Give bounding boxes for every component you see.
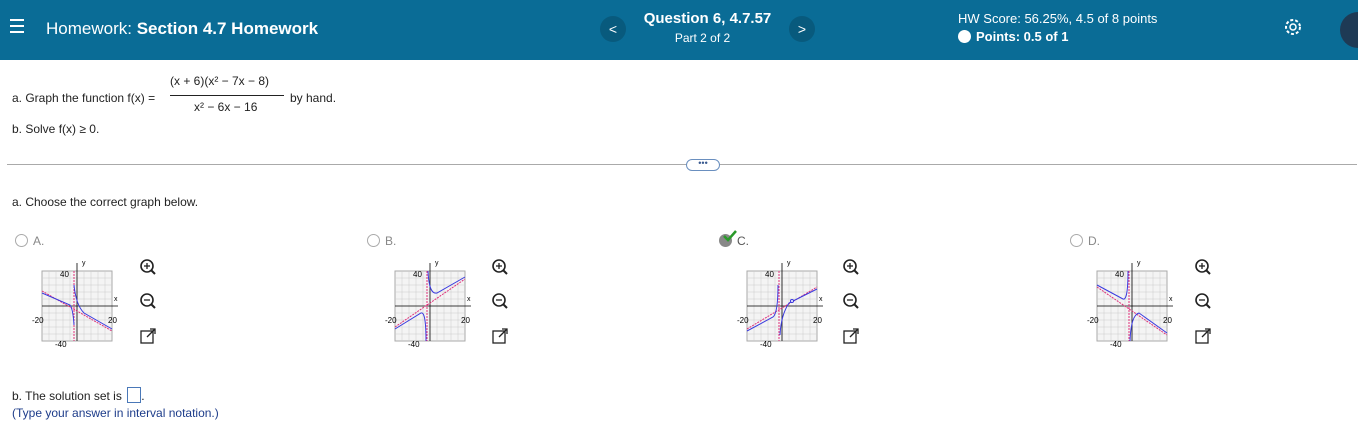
solution-prompt: b. The solution set is . xyxy=(12,387,145,403)
hw-score: HW Score: 56.25%, 4.5 of 8 points xyxy=(958,11,1158,26)
tick-label-ybot: -40 xyxy=(55,340,67,349)
graph-a: y x 40 -40 -20 20 xyxy=(32,260,118,349)
graph-c: y x 40 -40 -20 20 xyxy=(737,260,823,349)
zoom-in-icon[interactable] xyxy=(842,258,860,276)
tick-label-xleft: -20 xyxy=(737,316,749,325)
expand-more-button[interactable]: ••• xyxy=(686,159,720,171)
choice-d[interactable]: D. xyxy=(1070,234,1100,248)
tick-label-xright: 20 xyxy=(1163,316,1172,325)
tick-label-xleft: -20 xyxy=(385,316,397,325)
tick-label-ytop: 40 xyxy=(60,270,69,279)
answer-input[interactable] xyxy=(127,387,142,403)
tick-label-ytop: 40 xyxy=(1115,270,1124,279)
axis-label-y: y xyxy=(787,260,791,267)
answer-hint: (Type your answer in interval notation.) xyxy=(12,406,219,420)
question-part: Part 2 of 2 xyxy=(674,31,731,45)
choice-a[interactable]: A. xyxy=(15,234,44,248)
radio-d[interactable] xyxy=(1070,234,1083,247)
tick-label-xright: 20 xyxy=(108,316,117,325)
tick-label-xleft: -20 xyxy=(1087,316,1099,325)
axis-label-y: y xyxy=(1137,260,1141,267)
open-new-window-icon[interactable] xyxy=(491,327,509,345)
settings-gear-icon[interactable] xyxy=(1283,17,1303,37)
section-divider xyxy=(7,164,1357,165)
axis-label-x: x xyxy=(1169,296,1173,303)
axis-label-x: x xyxy=(467,296,471,303)
part-a-suffix: by hand. xyxy=(290,91,337,105)
axis-label-y: y xyxy=(435,260,439,267)
zoom-in-icon[interactable] xyxy=(491,258,509,276)
top-bar: Homework: Section 4.7 Homework < Questio… xyxy=(0,0,1358,60)
graph-b: y x 40 -40 -20 20 xyxy=(385,260,471,349)
axis-label-y: y xyxy=(82,260,86,267)
tick-label-ytop: 40 xyxy=(413,270,422,279)
choice-b[interactable]: B. xyxy=(367,234,396,248)
axis-label-x: x xyxy=(819,296,823,303)
partial-credit-icon xyxy=(958,30,971,43)
next-question-button[interactable]: > xyxy=(789,16,815,42)
choice-c[interactable]: C. xyxy=(719,230,749,248)
choose-graph-prompt: a. Choose the correct graph below. xyxy=(12,195,199,209)
menu-icon[interactable] xyxy=(10,19,24,35)
assignment-title: Homework: Section 4.7 Homework xyxy=(46,19,319,38)
help-button[interactable] xyxy=(1340,12,1358,48)
correct-check-icon xyxy=(723,230,737,242)
denominator: x² − 6x − 16 xyxy=(194,100,258,114)
axis-label-x: x xyxy=(114,296,118,303)
zoom-in-icon[interactable] xyxy=(139,258,157,276)
numerator: (x + 6)(x² − 7x − 8) xyxy=(170,74,270,88)
tick-label-ytop: 40 xyxy=(765,270,774,279)
zoom-out-icon[interactable] xyxy=(842,292,860,310)
question-title: Question 6, 4.7.57 xyxy=(643,10,772,27)
zoom-in-icon[interactable] xyxy=(1194,258,1212,276)
part-b-prompt: b. Solve f(x) ≥ 0. xyxy=(12,122,100,136)
fraction-bar xyxy=(170,95,284,96)
tick-label-xright: 20 xyxy=(813,316,822,325)
tick-label-ybot: -40 xyxy=(1110,340,1122,349)
points-display: Points: 0.5 of 1 xyxy=(958,29,1068,44)
radio-a[interactable] xyxy=(15,234,28,247)
open-new-window-icon[interactable] xyxy=(1194,327,1212,345)
radio-b[interactable] xyxy=(367,234,380,247)
part-a-prompt: a. Graph the function f(x) = xyxy=(12,91,156,105)
tick-label-ybot: -40 xyxy=(408,340,420,349)
zoom-out-icon[interactable] xyxy=(139,292,157,310)
zoom-out-icon[interactable] xyxy=(1194,292,1212,310)
graph-d: y x 40 -40 -20 20 xyxy=(1087,260,1173,349)
open-new-window-icon[interactable] xyxy=(139,327,157,345)
zoom-out-icon[interactable] xyxy=(491,292,509,310)
open-new-window-icon[interactable] xyxy=(842,327,860,345)
tick-label-ybot: -40 xyxy=(760,340,772,349)
tick-label-xleft: -20 xyxy=(32,316,44,325)
tick-label-xright: 20 xyxy=(461,316,470,325)
